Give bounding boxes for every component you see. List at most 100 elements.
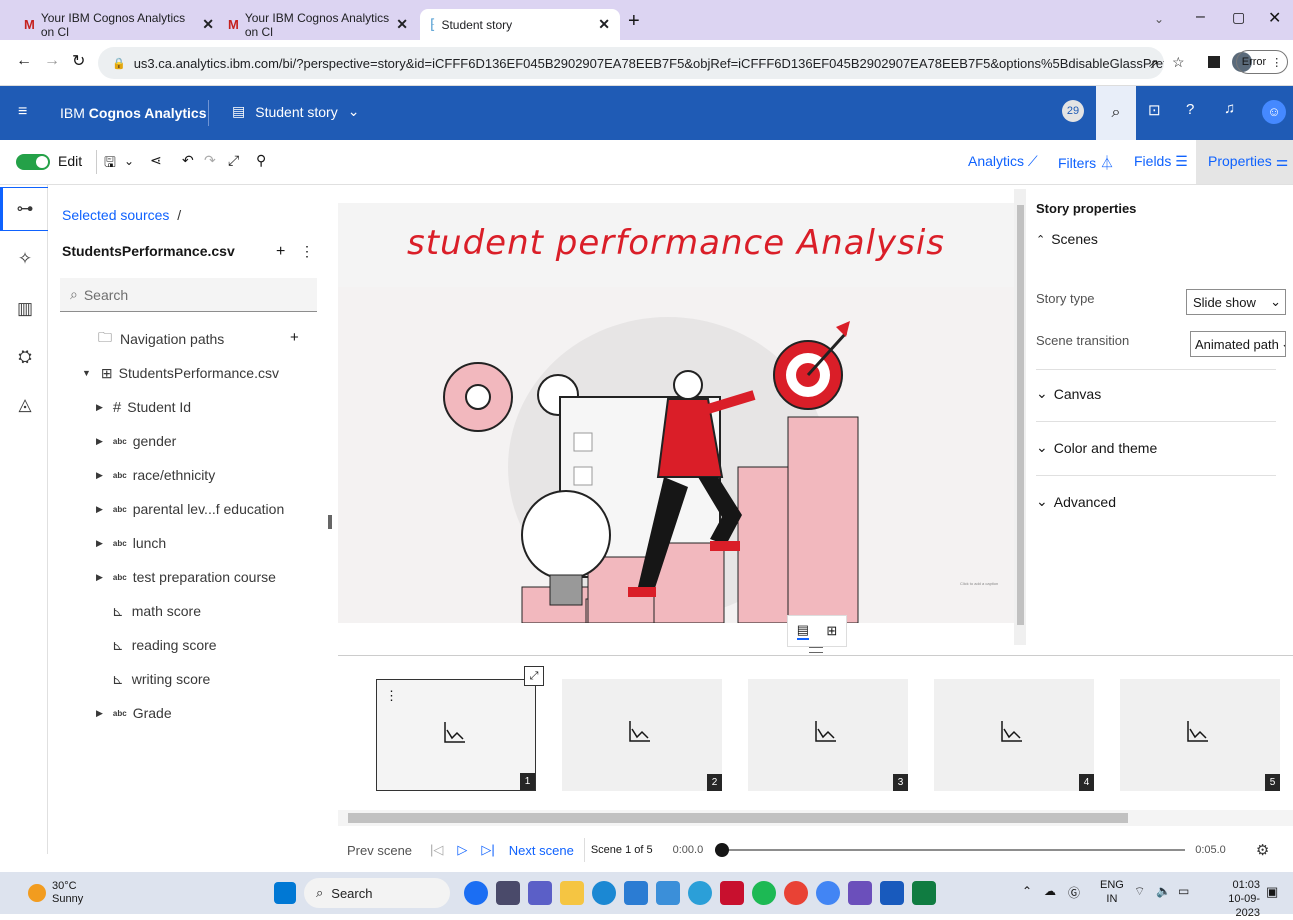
table-node[interactable]: ▼ ⊞ StudentsPerformance.csv (82, 359, 279, 387)
sidepanel-icon[interactable] (1208, 56, 1220, 68)
app-tray-icon[interactable]: Ⓖ (1068, 884, 1080, 901)
story-title[interactable]: student performance Analysis (338, 223, 1014, 263)
add-source-icon[interactable]: + (276, 243, 285, 261)
user-avatar-icon[interactable]: ☺ (1262, 100, 1286, 124)
volume-icon[interactable]: 🔈 (1156, 884, 1171, 898)
field-item[interactable]: ⊾ writing score (112, 665, 210, 693)
notification-count-badge[interactable]: 29 (1062, 100, 1084, 122)
grid-view-icon[interactable]: ⊞ (826, 623, 837, 639)
app-icon[interactable] (848, 881, 872, 905)
field-item[interactable]: ▶ abc Grade (96, 699, 172, 727)
new-tab-icon[interactable]: + (628, 10, 640, 33)
windows-start-icon[interactable] (274, 882, 296, 904)
story-type-select[interactable]: Slide show ⌄ (1186, 289, 1286, 315)
timeline-thumb[interactable] (715, 843, 730, 857)
maximize-icon[interactable]: ▢ (1232, 9, 1245, 26)
skip-forward-icon[interactable]: ▷| (481, 842, 494, 858)
add-nav-path-icon[interactable]: + (290, 329, 299, 346)
scene-thumbnail[interactable]: 3 (748, 679, 908, 791)
data-sources-icon[interactable]: ⊶ (12, 199, 38, 225)
word-icon[interactable] (880, 881, 904, 905)
store-icon[interactable] (624, 881, 648, 905)
nav-paths-item[interactable]: 🗀 Navigation paths (98, 325, 224, 353)
fields-link[interactable]: Fields ☰ (1134, 153, 1188, 170)
expand-scene-icon[interactable]: ⤢ (524, 666, 544, 686)
undo-icon[interactable]: ↶ (182, 152, 194, 169)
timeline-slider[interactable] (715, 843, 1186, 857)
field-item[interactable]: ⊾ math score (112, 597, 201, 625)
hamburger-menu-icon[interactable]: ≡ (18, 103, 27, 121)
browser-tab-2[interactable]: M Your IBM Cognos Analytics on Cl ✕ (218, 9, 418, 40)
doc-title-menu[interactable]: ▤ Student story ⌄ (232, 103, 359, 120)
close-tab-icon[interactable]: ✕ (598, 16, 610, 33)
weather-sun-icon[interactable] (28, 884, 46, 902)
play-icon[interactable]: ▷ (457, 842, 467, 858)
file-explorer-icon[interactable] (560, 881, 584, 905)
search-icon[interactable]: ⌕ (1096, 86, 1136, 140)
field-item[interactable]: ▶ abc lunch (96, 529, 166, 557)
resize-strip-handle[interactable] (809, 647, 823, 653)
minimize-icon[interactable]: – (1196, 8, 1205, 26)
task-view-icon[interactable] (496, 881, 520, 905)
battery-icon[interactable]: ▭ (1178, 884, 1189, 898)
pin-icon[interactable]: ⚲ (256, 152, 266, 169)
wifi-icon[interactable]: ⌔ (1134, 884, 1145, 899)
scenes-section[interactable]: ⌃ Scenes (1036, 231, 1098, 247)
notification-bell-icon[interactable]: ♫ (1224, 100, 1235, 117)
scene-transition-select[interactable]: Animated path⌄ (1190, 331, 1286, 357)
excel-icon[interactable] (912, 881, 936, 905)
cloud-icon[interactable]: ☁ (1044, 884, 1056, 898)
share-icon[interactable]: ⋖ (150, 152, 162, 169)
bookmark-star-icon[interactable]: ☆ (1172, 54, 1185, 71)
field-item[interactable]: ▶ # Student Id (96, 393, 191, 421)
mcafee-icon[interactable] (720, 881, 744, 905)
close-tab-icon[interactable]: ✕ (396, 16, 408, 33)
spotify-icon[interactable] (752, 881, 776, 905)
close-window-icon[interactable]: ✕ (1268, 8, 1281, 28)
teams-icon[interactable] (528, 881, 552, 905)
share-icon[interactable]: ⇗ (1148, 56, 1159, 72)
scene-thumbnail[interactable]: 5 (1120, 679, 1280, 791)
color-theme-section[interactable]: ⌄ Color and theme (1036, 439, 1157, 456)
notification-center-icon[interactable]: ▣ (1266, 884, 1278, 900)
weather-widget[interactable]: 30°C Sunny (52, 880, 83, 906)
forward-icon[interactable]: → (44, 52, 60, 70)
field-item[interactable]: ⊾ reading score (112, 631, 217, 659)
panel-resize-handle[interactable] (328, 515, 332, 529)
close-tab-icon[interactable]: ✕ (202, 16, 214, 33)
chat-icon[interactable]: ⊡ (1148, 101, 1161, 119)
next-scene-label[interactable]: Next scene (509, 843, 574, 858)
visualizations-icon[interactable]: ▥ (12, 299, 38, 325)
story-view-icon[interactable]: ▤ (796, 622, 809, 640)
skip-back-icon[interactable]: |◁ (430, 842, 443, 858)
breadcrumb[interactable]: Selected sources / (62, 207, 181, 223)
breadcrumb-link[interactable]: Selected sources (62, 207, 169, 223)
overflow-menu-icon[interactable]: ⋮ (300, 243, 314, 260)
analytics-link[interactable]: Analytics ⟋ (968, 153, 1038, 170)
properties-link[interactable]: Properties ⚌ (1208, 153, 1288, 170)
chevron-up-icon[interactable]: ⌃ (1022, 884, 1032, 898)
reload-icon[interactable]: ↻ (72, 51, 85, 71)
scene-thumbnail[interactable]: 2 (562, 679, 722, 791)
pin-icon[interactable]: ✧ (12, 249, 38, 275)
url-field[interactable]: 🔒 us3.ca.analytics.ibm.com/bi/?perspecti… (98, 47, 1164, 79)
assets-icon[interactable]: ◬ (12, 395, 38, 421)
field-item[interactable]: ▶ abc test preparation course (96, 563, 276, 591)
field-item[interactable]: ▶ abc parental lev...f education (96, 495, 284, 523)
help-icon[interactable]: ? (1186, 101, 1194, 118)
field-item[interactable]: ▶ abc gender (96, 427, 176, 455)
edit-toggle[interactable] (16, 154, 50, 170)
chevron-down-icon[interactable]: ⌄ (124, 154, 134, 168)
chrome-icon[interactable] (816, 881, 840, 905)
edge-icon[interactable] (592, 881, 616, 905)
scene-thumbnail[interactable]: 4 (934, 679, 1094, 791)
filters-link[interactable]: Filters ⏃ (1058, 153, 1114, 173)
strip-scrollbar[interactable] (338, 810, 1293, 826)
prev-scene-label[interactable]: Prev scene (347, 843, 412, 858)
save-icon[interactable]: 🖫 (104, 152, 116, 176)
search-input[interactable]: ⌕ Search (60, 278, 317, 312)
error-button[interactable]: Error ⋮ (1236, 50, 1288, 74)
app-icon[interactable] (688, 881, 712, 905)
chrome-icon[interactable] (784, 881, 808, 905)
back-icon[interactable]: ← (16, 52, 32, 70)
